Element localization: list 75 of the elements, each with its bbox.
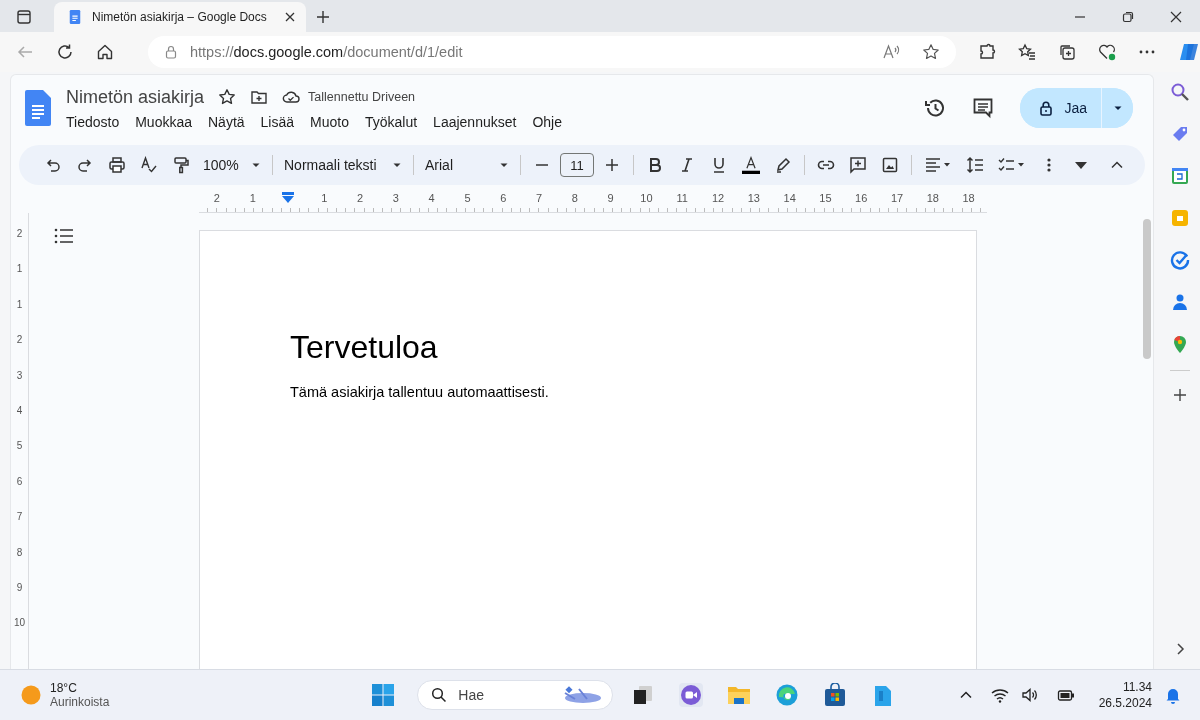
increase-font-size-icon[interactable] bbox=[603, 156, 621, 174]
extensions-icon[interactable] bbox=[978, 43, 996, 61]
home-icon[interactable] bbox=[96, 43, 114, 61]
font-size-field[interactable]: 11 bbox=[560, 153, 594, 177]
browser-icon[interactable] bbox=[775, 683, 800, 707]
calendar-icon[interactable] bbox=[1170, 166, 1190, 186]
menu-item[interactable]: Lisää bbox=[260, 113, 295, 130]
taskbar-search-field[interactable]: Hae bbox=[417, 680, 614, 710]
notification-bell-icon[interactable] bbox=[1164, 686, 1182, 704]
text-color-icon[interactable] bbox=[742, 156, 760, 174]
star-icon[interactable] bbox=[218, 88, 237, 106]
align-left-icon[interactable] bbox=[924, 156, 952, 174]
wifi-icon[interactable] bbox=[990, 686, 1009, 704]
tab-actions-icon[interactable] bbox=[16, 9, 32, 25]
menu-item[interactable]: Muokkaa bbox=[135, 113, 192, 130]
restore-icon[interactable] bbox=[1122, 11, 1134, 23]
url-text: https://docs.google.com/document/d/1/edit bbox=[190, 44, 463, 60]
favorites-icon[interactable] bbox=[1018, 43, 1036, 61]
clock[interactable]: 11.34 26.5.2024 bbox=[1098, 679, 1152, 711]
line-spacing-icon[interactable] bbox=[966, 156, 984, 174]
health-icon[interactable] bbox=[1098, 43, 1116, 61]
search-icon[interactable] bbox=[1170, 82, 1190, 102]
close-icon[interactable] bbox=[1170, 11, 1182, 23]
store-icon[interactable] bbox=[823, 683, 848, 707]
highlight-icon[interactable] bbox=[774, 156, 792, 174]
comments-icon[interactable] bbox=[972, 97, 995, 119]
menu-item[interactable]: Ohje bbox=[532, 113, 562, 130]
document-heading: Tervetuloa bbox=[290, 329, 439, 366]
collections-icon[interactable] bbox=[1058, 43, 1076, 61]
history-icon[interactable] bbox=[924, 97, 947, 119]
indent-marker-icon[interactable] bbox=[282, 192, 295, 204]
menu-item[interactable]: Laajennukset bbox=[433, 113, 517, 130]
menu-item[interactable]: Tiedosto bbox=[66, 113, 120, 130]
redo-icon[interactable] bbox=[76, 156, 94, 174]
copilot-icon[interactable] bbox=[1178, 41, 1200, 63]
lock-icon bbox=[164, 45, 178, 59]
lock-icon bbox=[1038, 100, 1055, 116]
vertical-ruler: 2 1 1 2 3 4 5 6 7 8 9 10 bbox=[11, 213, 29, 669]
add-comment-icon[interactable] bbox=[849, 156, 867, 174]
star-icon[interactable] bbox=[922, 43, 940, 61]
check-circle-icon[interactable] bbox=[1170, 250, 1190, 270]
person-icon[interactable] bbox=[1170, 292, 1190, 312]
font-dropdown[interactable]: Arial bbox=[419, 151, 515, 179]
tab-title: Nimetön asiakirja – Google Docs bbox=[92, 10, 268, 24]
zoom-dropdown[interactable]: 100% bbox=[197, 151, 267, 179]
menu-item[interactable]: Näytä bbox=[208, 113, 245, 130]
search-icon bbox=[431, 687, 448, 703]
video-chat-icon[interactable] bbox=[679, 683, 704, 707]
menu-item[interactable]: Työkalut bbox=[364, 113, 418, 130]
print-icon[interactable] bbox=[108, 156, 126, 174]
reload-icon[interactable] bbox=[56, 43, 74, 61]
save-status: Tallennettu Driveen bbox=[308, 90, 416, 104]
scrollbar-thumb[interactable] bbox=[1143, 219, 1151, 359]
menu-item[interactable]: Muoto bbox=[310, 113, 349, 130]
docs-icon bbox=[68, 10, 82, 24]
paint-format-icon[interactable] bbox=[172, 156, 190, 174]
add-icon[interactable] bbox=[1172, 387, 1188, 403]
start-icon[interactable] bbox=[371, 683, 396, 707]
document-paragraph: Tämä asiakirja tallentuu automaattisesti. bbox=[290, 384, 550, 400]
paragraph-style-dropdown[interactable]: Normaali teksti bbox=[278, 151, 408, 179]
read-aloud-icon[interactable] bbox=[882, 43, 900, 61]
address-bar[interactable]: https://docs.google.com/document/d/1/edit bbox=[148, 36, 956, 68]
horizontal-ruler: 2 1 1 2 3 4 5 6 7 8 9 10 11 12 13 14 15 16 17 18 18 bbox=[199, 192, 987, 213]
document-title[interactable]: Nimetön asiakirja bbox=[66, 86, 205, 108]
image-icon[interactable] bbox=[881, 156, 899, 174]
close-icon[interactable] bbox=[284, 11, 296, 23]
weather-condition: Aurinkoista bbox=[50, 695, 110, 709]
browser-tab[interactable]: Nimetön asiakirja – Google Docs bbox=[54, 2, 306, 32]
speaker-icon[interactable] bbox=[1020, 686, 1039, 704]
new-tab-icon[interactable] bbox=[316, 10, 330, 24]
docs-logo-icon[interactable] bbox=[25, 90, 51, 126]
undo-icon[interactable] bbox=[44, 156, 62, 174]
temperature: 18°C bbox=[50, 681, 78, 695]
spellcheck-icon[interactable] bbox=[140, 156, 158, 174]
move-to-folder-icon[interactable] bbox=[250, 88, 269, 106]
